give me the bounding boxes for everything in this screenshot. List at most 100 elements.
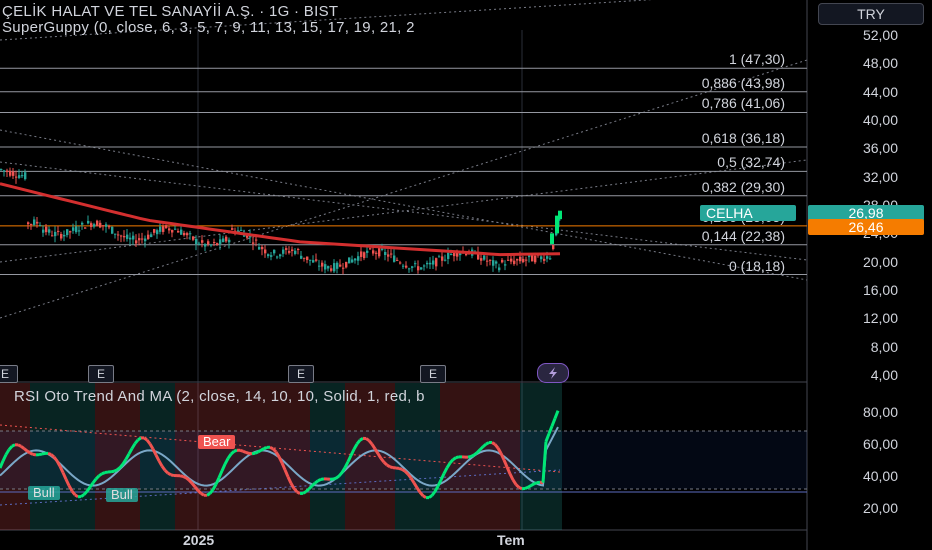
candle-body bbox=[114, 233, 117, 235]
candle-body bbox=[432, 260, 435, 265]
rsi-segment bbox=[260, 447, 265, 452]
candle-body bbox=[78, 230, 81, 232]
rsi-segment bbox=[257, 448, 262, 454]
time-label-2025: 2025 bbox=[183, 532, 215, 548]
rsi-segment bbox=[206, 492, 211, 497]
rsi-segment bbox=[478, 445, 485, 451]
candle-body bbox=[225, 236, 228, 242]
candle-body bbox=[69, 231, 72, 233]
rsi-indicator-label[interactable]: RSI Oto Trend And MA (2, close, 14, 10, … bbox=[14, 388, 425, 405]
rsi-segment bbox=[26, 449, 31, 455]
candle-body bbox=[486, 260, 489, 262]
candle-body bbox=[60, 233, 63, 239]
candle-body bbox=[276, 256, 279, 258]
candle-body bbox=[444, 259, 447, 261]
earnings-event-marker[interactable]: E bbox=[88, 365, 114, 383]
rsi-segment bbox=[310, 481, 317, 488]
candle-body bbox=[183, 232, 186, 236]
bear-signal-label: Bear bbox=[198, 435, 236, 449]
candle-body bbox=[309, 259, 312, 261]
candle-body bbox=[504, 264, 507, 266]
rsi-segment bbox=[20, 445, 25, 450]
candle-body bbox=[42, 229, 45, 233]
rsi-segment bbox=[475, 448, 482, 454]
candle-body bbox=[531, 254, 534, 262]
rsi-segment bbox=[482, 442, 487, 448]
rsi-segment bbox=[38, 452, 43, 457]
price-axis-tick: 48,00 bbox=[862, 55, 898, 72]
candle-body bbox=[201, 240, 204, 243]
rsi-segment bbox=[80, 493, 85, 498]
candle-body bbox=[546, 256, 549, 259]
price-axis-tick: 52,00 bbox=[862, 27, 898, 43]
candle-body bbox=[174, 228, 177, 230]
earnings-event-marker[interactable]: E bbox=[420, 365, 446, 383]
rsi-segment bbox=[23, 447, 28, 453]
candle-body bbox=[492, 260, 495, 266]
lightning-icon[interactable] bbox=[537, 363, 569, 383]
rsi-segment bbox=[182, 474, 187, 480]
candle-body bbox=[378, 248, 381, 257]
candle-body bbox=[423, 265, 426, 267]
candle-body bbox=[549, 258, 552, 260]
candle-body bbox=[450, 254, 453, 256]
candle-body bbox=[336, 262, 339, 269]
price-axis-tick: 36,00 bbox=[862, 140, 898, 157]
candle-body bbox=[105, 224, 108, 227]
indicator-label[interactable]: SuperGuppy (0, close, 6, 3, 5, 7, 9, 11,… bbox=[2, 19, 415, 36]
candle-body bbox=[150, 234, 153, 238]
candle-body bbox=[264, 249, 267, 254]
rsi-segment bbox=[485, 441, 490, 446]
rsi-segment bbox=[41, 451, 46, 456]
candle-body bbox=[348, 257, 351, 264]
candle-body bbox=[543, 258, 546, 261]
price-axis-tick: 12,00 bbox=[862, 310, 898, 327]
rsi-segment bbox=[307, 484, 314, 491]
candle-body bbox=[345, 261, 348, 268]
rsi-segment bbox=[455, 455, 460, 460]
rsi-segment bbox=[179, 474, 184, 478]
candle-body bbox=[498, 267, 501, 271]
rsi-segment bbox=[398, 466, 403, 471]
currency-button[interactable]: TRY bbox=[818, 3, 924, 25]
candle-body bbox=[288, 251, 291, 253]
candle-body bbox=[258, 247, 261, 250]
candle-body bbox=[318, 265, 321, 267]
candle-body bbox=[333, 263, 336, 272]
rsi-segment bbox=[305, 487, 310, 493]
candle-body bbox=[381, 248, 384, 250]
candle-body bbox=[81, 222, 84, 225]
rsi-segment bbox=[470, 453, 475, 458]
candle-body bbox=[165, 225, 168, 228]
rsi-segment bbox=[403, 470, 410, 476]
rsi-segment bbox=[382, 461, 389, 467]
candle-body bbox=[279, 254, 282, 257]
candle-body bbox=[315, 259, 318, 261]
candle-body bbox=[195, 238, 198, 244]
rsi-segment bbox=[229, 450, 236, 456]
candle-body bbox=[354, 258, 357, 261]
candle-body bbox=[72, 227, 75, 231]
candle-body bbox=[156, 230, 159, 235]
candle-body bbox=[513, 260, 516, 264]
candle-body bbox=[414, 263, 417, 265]
bull-signal-label: Bull bbox=[106, 488, 138, 502]
candle-body bbox=[6, 170, 9, 173]
candle-body bbox=[87, 220, 90, 224]
candle-body bbox=[3, 170, 6, 172]
candle-body bbox=[171, 229, 174, 233]
candle-body bbox=[129, 237, 132, 240]
fib-level-label: 0,144 (22,38) bbox=[701, 227, 785, 244]
candle-body bbox=[510, 258, 513, 262]
rsi-segment bbox=[74, 493, 79, 498]
candle-body bbox=[138, 238, 141, 241]
candle-body bbox=[120, 235, 123, 237]
earnings-event-marker[interactable]: E bbox=[288, 365, 314, 383]
price-chart-canvas[interactable] bbox=[0, 0, 932, 550]
rsi-segment bbox=[467, 455, 472, 459]
candle-body bbox=[339, 264, 342, 267]
earnings-event-marker[interactable]: E bbox=[0, 365, 18, 383]
symbol-title[interactable]: ÇELİK HALAT VE TEL SANAYİİ A.Ş. · 1G · B… bbox=[2, 3, 338, 20]
fib-level-label: 0,786 (41,06) bbox=[701, 95, 785, 112]
candle-body bbox=[525, 259, 528, 261]
